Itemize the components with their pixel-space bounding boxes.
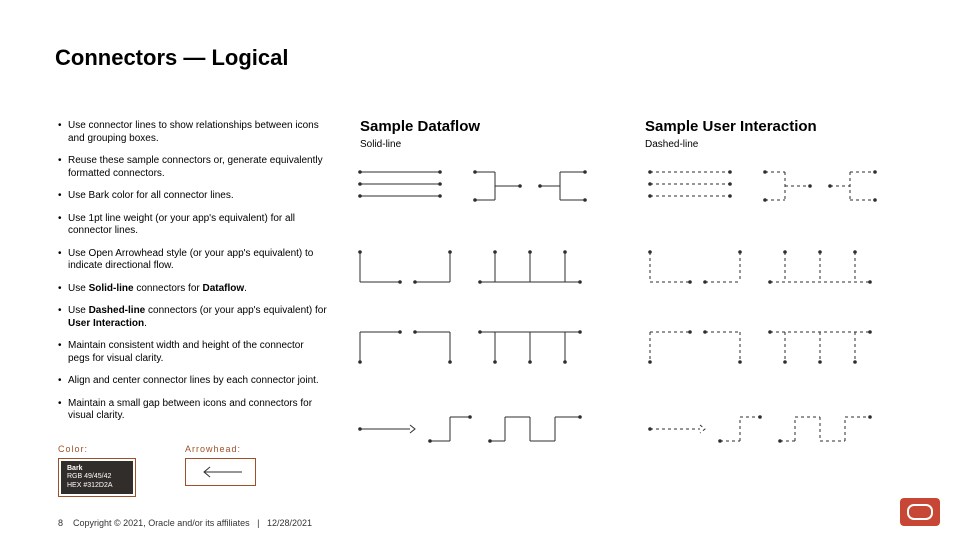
bullet-item: Use connector lines to show relationship… (58, 120, 328, 145)
bullet-item: Use Solid-line connectors for Dataflow. (58, 283, 328, 296)
bullet-item: Reuse these sample connectors or, genera… (58, 155, 328, 180)
bullet-item: Use Open Arrowhead style (or your app's … (58, 248, 328, 273)
page-number: 8 (58, 518, 63, 528)
swatch-name: Bark (67, 465, 127, 473)
footer-sep: | (257, 518, 259, 528)
footer: 8 Copyright © 2021, Oracle and/or its af… (58, 518, 312, 528)
color-swatch: Bark RGB 49/45/42 HEX #312D2A (58, 458, 136, 497)
slide-title: Connectors — Logical (55, 45, 288, 71)
swatch-hex: HEX #312D2A (67, 482, 127, 490)
bullet-item: Maintain a small gap between icons and c… (58, 398, 328, 423)
swatch-rgb: RGB 49/45/42 (67, 473, 127, 481)
bullet-item: Align and center connector lines by each… (58, 375, 328, 388)
copyright-text: Copyright © 2021, Oracle and/or its affi… (73, 518, 250, 528)
bullet-item: Use 1pt line weight (or your app's equiv… (58, 213, 328, 238)
user-title: Sample User Interaction (645, 118, 817, 135)
dataflow-title: Sample Dataflow (360, 118, 480, 135)
bullet-item: Use Bark color for all connector lines. (58, 190, 328, 203)
arrowhead-section-label: Arrowhead: (185, 444, 241, 454)
arrowhead-sample (185, 458, 256, 486)
footer-date: 12/28/2021 (267, 518, 312, 528)
color-section-label: Color: (58, 444, 88, 454)
connector-diagrams (355, 162, 935, 492)
bullet-item: Maintain consistent width and height of … (58, 340, 328, 365)
bullet-item: Use Dashed-line connectors (or your app'… (58, 305, 328, 330)
bullet-list: Use connector lines to show relationship… (58, 120, 328, 433)
user-sub: Dashed-line (645, 139, 817, 150)
oracle-logo-icon (900, 498, 940, 526)
dataflow-sub: Solid-line (360, 139, 480, 150)
